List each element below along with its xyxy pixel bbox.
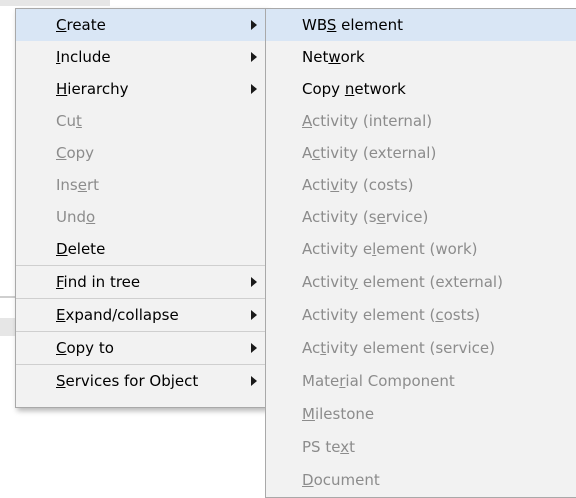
menu-item-label: Copy to (56, 339, 114, 357)
menu-item-label: Undo (56, 208, 96, 226)
submenu-item-label: Copy network (302, 80, 406, 98)
submenu-item-network[interactable]: Network (266, 41, 576, 73)
menu-item-label: Copy (56, 144, 95, 162)
menu-item-copy[interactable]: Copy (16, 137, 267, 169)
create-submenu: WBS element Network Copy network Activit… (265, 8, 576, 498)
submenu-arrow-icon (251, 84, 257, 94)
submenu-item-activity-element-costs[interactable]: Activity element (costs) (266, 299, 576, 331)
menu-item-delete[interactable]: Delete (16, 233, 267, 265)
submenu-item-activity-service[interactable]: Activity (service) (266, 201, 576, 233)
background-fragment-left (0, 318, 15, 336)
context-menu: Create Include Hierarchy Cut Copy Insert… (15, 8, 270, 408)
menu-item-services-for-object[interactable]: Services for Object (16, 365, 267, 397)
menu-item-label: Services for Object (56, 372, 199, 390)
menu-item-label: Expand/collapse (56, 306, 179, 324)
submenu-item-label: Activity element (service) (302, 339, 495, 357)
menu-item-label: Include (56, 48, 111, 66)
submenu-arrow-icon (251, 20, 257, 30)
submenu-item-activity-element-external[interactable]: Activity element (external) (266, 266, 576, 298)
submenu-arrow-icon (251, 376, 257, 386)
submenu-item-activity-element-work[interactable]: Activity element (work) (266, 233, 576, 265)
submenu-item-label: Activity (external) (302, 144, 437, 162)
menu-item-label: Cut (56, 112, 82, 130)
menu-item-undo[interactable]: Undo (16, 201, 267, 233)
submenu-item-activity-internal[interactable]: Activity (internal) (266, 105, 576, 137)
submenu-item-ps-text[interactable]: PS text (266, 431, 576, 463)
submenu-item-label: PS text (302, 438, 355, 456)
submenu-item-label: Document (302, 471, 380, 489)
background-divider-left (0, 296, 15, 298)
submenu-item-label: Network (302, 48, 365, 66)
menu-item-hierarchy[interactable]: Hierarchy (16, 73, 267, 105)
submenu-item-label: Milestone (302, 405, 375, 423)
submenu-item-document[interactable]: Document (266, 464, 576, 496)
submenu-item-label: Activity (service) (302, 208, 429, 226)
submenu-arrow-icon (251, 310, 257, 320)
submenu-item-activity-element-service[interactable]: Activity element (service) (266, 332, 576, 364)
submenu-item-label: WBS element (302, 16, 404, 34)
menu-item-label: Find in tree (56, 273, 141, 291)
menu-item-find-in-tree[interactable]: Find in tree (16, 266, 267, 298)
menu-item-cut[interactable]: Cut (16, 105, 267, 137)
menu-item-label: Insert (56, 176, 100, 194)
menu-item-expand-collapse[interactable]: Expand/collapse (16, 299, 267, 331)
submenu-item-label: Activity (costs) (302, 176, 414, 194)
submenu-item-milestone[interactable]: Milestone (266, 398, 576, 430)
submenu-item-label: Activity element (work) (302, 240, 478, 258)
submenu-item-activity-costs[interactable]: Activity (costs) (266, 169, 576, 201)
submenu-item-label: Activity element (external) (302, 273, 503, 291)
submenu-arrow-icon (251, 52, 257, 62)
submenu-item-material-component[interactable]: Material Component (266, 365, 576, 397)
submenu-item-label: Activity (internal) (302, 112, 433, 130)
menu-item-create[interactable]: Create (16, 9, 267, 41)
menu-item-include[interactable]: Include (16, 41, 267, 73)
background-fragment-top (0, 0, 110, 6)
menu-item-insert[interactable]: Insert (16, 169, 267, 201)
submenu-arrow-icon (251, 343, 257, 353)
menu-item-label: Delete (56, 240, 106, 258)
submenu-item-label: Activity element (costs) (302, 306, 481, 324)
submenu-item-copy-network[interactable]: Copy network (266, 73, 576, 105)
menu-item-label: Hierarchy (56, 80, 129, 98)
menu-item-copy-to[interactable]: Copy to (16, 332, 267, 364)
menu-item-label: Create (56, 16, 106, 34)
submenu-item-wbs-element[interactable]: WBS element (266, 9, 576, 41)
submenu-arrow-icon (251, 277, 257, 287)
submenu-item-label: Material Component (302, 372, 455, 390)
submenu-item-activity-external[interactable]: Activity (external) (266, 137, 576, 169)
